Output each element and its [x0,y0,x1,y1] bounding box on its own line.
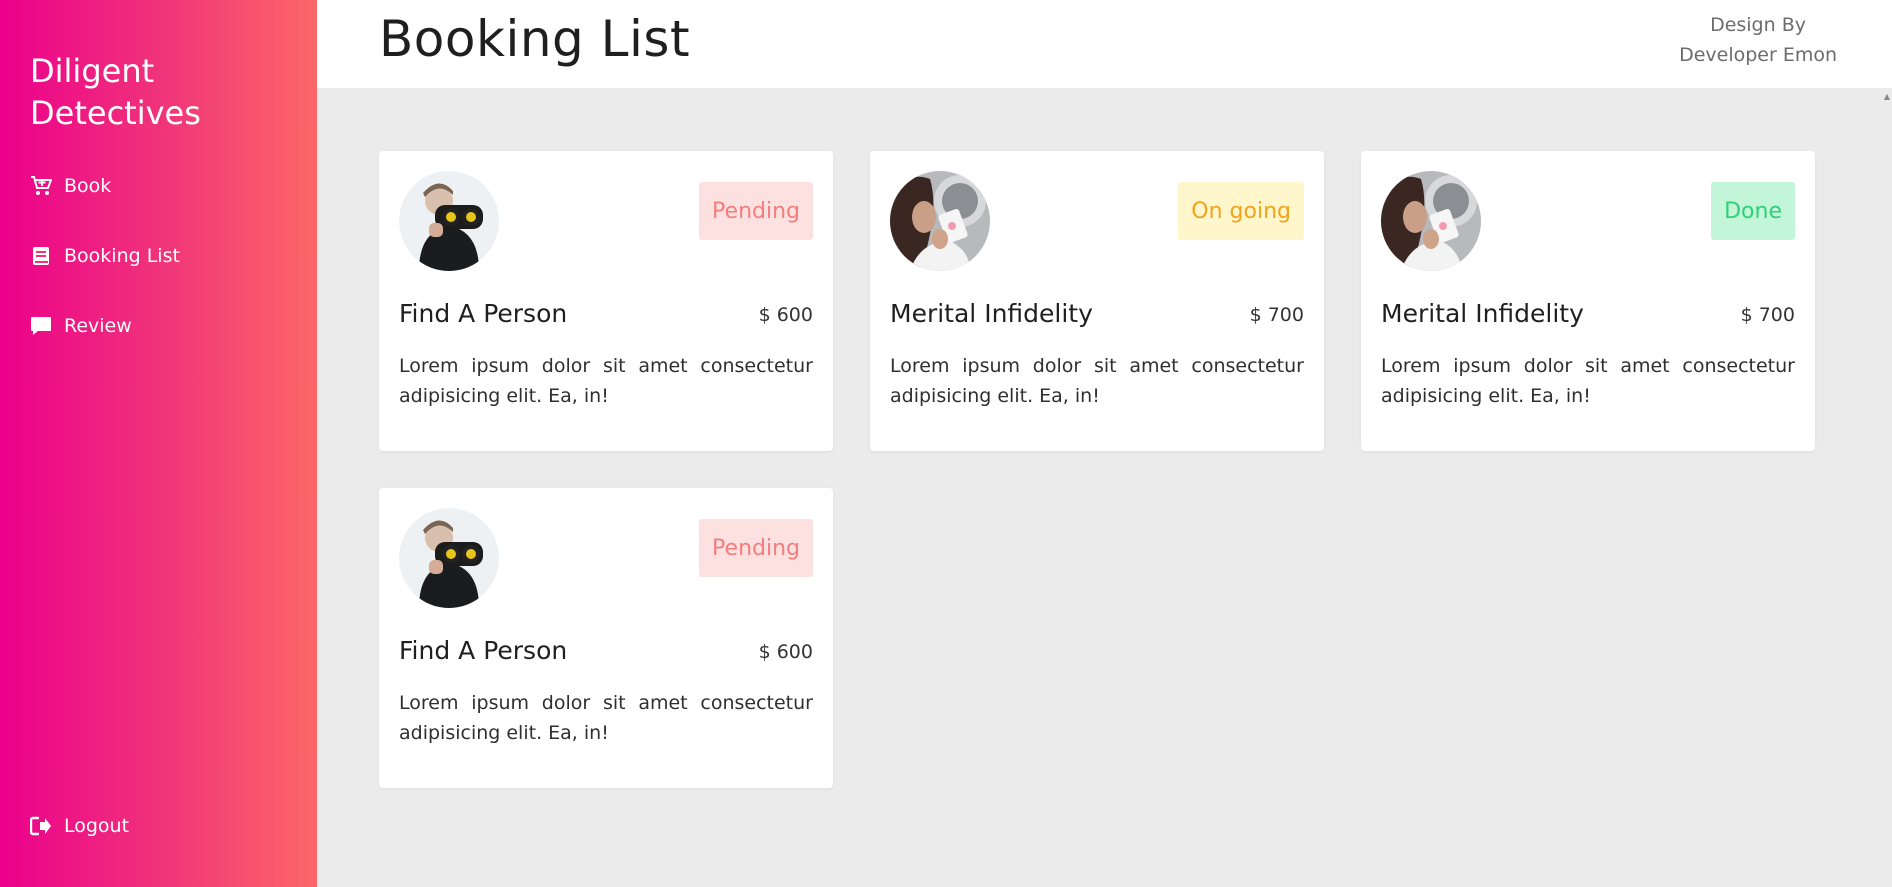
booking-card[interactable]: Pending Find A Person $ 600 Lorem ipsum … [379,151,833,451]
card-price: $ 600 [758,304,813,326]
detective-avatar [399,171,499,271]
cart-plus-icon [30,175,52,197]
card-title: Find A Person [399,299,568,328]
card-description: Lorem ipsum dolor sit amet consectetur a… [399,692,813,744]
sidebar-item-book[interactable]: Book [30,175,111,197]
sign-out-icon [30,815,52,837]
book-icon [30,245,52,267]
page-title: Booking List [379,10,691,68]
sidebar: Diligent Detectives Book Booking List Re… [0,0,317,887]
card-price: $ 600 [758,641,813,663]
scroll-up-arrow-icon[interactable]: ▲ [1884,92,1890,101]
status-badge: On going [1178,182,1304,240]
sidebar-item-booking-list[interactable]: Booking List [30,245,180,267]
status-badge: Done [1711,182,1795,240]
card-title: Find A Person [399,636,568,665]
header: Booking List Design By Developer Emon [317,0,1892,88]
woman-avatar [890,171,990,271]
sidebar-item-label: Booking List [64,245,180,267]
sidebar-item-label: Review [64,315,132,337]
credit: Design By Developer Emon [1679,10,1837,70]
credit-author: Developer Emon [1679,44,1837,66]
card-price: $ 700 [1249,304,1304,326]
card-description: Lorem ipsum dolor sit amet consectetur a… [399,355,813,407]
card-price: $ 700 [1740,304,1795,326]
comment-icon [30,315,52,337]
card-title: Merital Infidelity [1381,299,1584,328]
credit-line: Design By [1710,14,1806,36]
status-badge: Pending [699,182,813,240]
booking-card[interactable]: On going Merital Infidelity $ 700 Lorem … [870,151,1324,451]
scrollbar[interactable] [1880,88,1892,887]
card-title: Merital Infidelity [890,299,1093,328]
brand-title[interactable]: Diligent Detectives [30,50,290,134]
woman-avatar [1381,171,1481,271]
sidebar-item-review[interactable]: Review [30,315,132,337]
detective-avatar [399,508,499,608]
card-description: Lorem ipsum dolor sit amet consectetur a… [1381,355,1795,407]
logout-button[interactable]: Logout [30,815,129,837]
booking-card[interactable]: Pending Find A Person $ 600 Lorem ipsum … [379,488,833,788]
booking-card[interactable]: Done Merital Infidelity $ 700 Lorem ipsu… [1361,151,1815,451]
logout-label: Logout [64,815,130,837]
status-badge: Pending [699,519,813,577]
card-description: Lorem ipsum dolor sit amet consectetur a… [890,355,1304,407]
sidebar-item-label: Book [64,175,112,197]
